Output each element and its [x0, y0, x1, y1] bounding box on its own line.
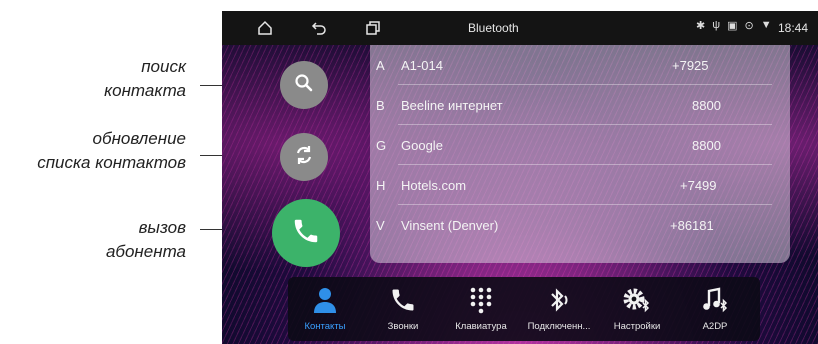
tab-label: Подключенн...: [527, 321, 591, 332]
contact-number: +86181: [670, 218, 714, 233]
contact-row[interactable]: A A1-014 +7925: [370, 45, 790, 85]
contact-name: Hotels.com: [401, 178, 467, 193]
wifi-icon: ▼: [760, 19, 772, 31]
contact-name: Google: [401, 138, 443, 153]
location-icon: ⊙: [744, 20, 754, 32]
bluetooth-icon: ✱: [696, 20, 706, 32]
clock: 18:44: [777, 21, 808, 35]
search-icon: [294, 73, 314, 98]
contact-row[interactable]: G Google 8800: [370, 125, 790, 165]
tab-label: Клавиатура: [455, 321, 507, 332]
contact-row[interactable]: H Hotels.com +7499: [370, 165, 790, 205]
tab-connected-devices[interactable]: Подключенн...: [524, 277, 594, 341]
tab-contacts[interactable]: Контакты: [290, 277, 360, 341]
index-letter: A: [376, 58, 385, 73]
phone-icon: [291, 216, 321, 251]
callout-search-contact: поиск контакта: [104, 55, 186, 103]
usb-icon: ψ: [712, 19, 721, 31]
contact-row[interactable]: V Vinsent (Denver) +86181: [370, 205, 790, 245]
contact-name: Vinsent (Denver): [401, 218, 499, 233]
callout-call-line-2: абонента: [105, 242, 186, 261]
contact-name: A1-014: [401, 58, 443, 73]
contact-number: 8800: [692, 138, 721, 153]
callout-refresh-line-2: списка контактов: [37, 153, 186, 172]
index-letter: G: [376, 138, 387, 153]
contacts-list: A A1-014 +7925 B Beeline интернет 8800 G…: [370, 45, 790, 263]
tab-a2dp[interactable]: A2DP: [680, 277, 750, 341]
callout-call-line-1: вызов: [138, 218, 186, 237]
callout-refresh-contacts: обновление списка контактов: [37, 127, 186, 175]
index-letter: H: [376, 178, 386, 193]
callout-call-contact: вызов абонента: [106, 216, 186, 264]
tab-calls[interactable]: Звонки: [368, 277, 438, 341]
home-icon[interactable]: [256, 19, 274, 37]
sd-card-icon: ▣: [727, 20, 738, 32]
window-title: Bluetooth: [468, 21, 519, 35]
contact-row[interactable]: B Beeline интернет 8800: [370, 85, 790, 125]
call-contact-button[interactable]: [272, 199, 340, 267]
person-icon: [290, 285, 360, 315]
music-bluetooth-icon: [680, 285, 750, 315]
search-contact-button[interactable]: [280, 61, 328, 109]
settings-bluetooth-icon: [602, 285, 672, 315]
tab-label: A2DP: [702, 321, 728, 332]
tab-label: Контакты: [304, 321, 346, 332]
bottom-dock: Контакты Звонки Клавиатура Подключенн...…: [288, 277, 760, 341]
callout-search-line-1: поиск: [141, 57, 186, 76]
contact-name: Beeline интернет: [401, 98, 503, 113]
callout-search-line-2: контакта: [104, 81, 186, 100]
contact-number: +7925: [672, 58, 709, 73]
dialpad-icon: [446, 285, 516, 315]
status-bar: Bluetooth ✱ ψ ▣ ⊙ ▼ 18:44: [222, 11, 818, 45]
phone-icon: [368, 285, 438, 315]
tab-label: Настройки: [613, 321, 661, 332]
system-tray: ✱ ψ ▣ ⊙ ▼: [696, 19, 772, 32]
index-letter: B: [376, 98, 385, 113]
tab-label: Звонки: [387, 321, 419, 332]
refresh-contacts-button[interactable]: [280, 133, 328, 181]
callout-refresh-line-1: обновление: [92, 129, 186, 148]
contact-number: 8800: [692, 98, 721, 113]
contact-number: +7499: [680, 178, 717, 193]
bluetooth-audio-icon: [524, 285, 594, 315]
back-icon[interactable]: [310, 19, 328, 37]
head-unit-screen: Bluetooth ✱ ψ ▣ ⊙ ▼ 18:44 A A1-014 +7925: [222, 11, 818, 344]
refresh-icon: [293, 144, 315, 171]
tab-settings[interactable]: Настройки: [602, 277, 672, 341]
tab-keypad[interactable]: Клавиатура: [446, 277, 516, 341]
index-letter: V: [376, 218, 385, 233]
recent-apps-icon[interactable]: [364, 19, 382, 37]
